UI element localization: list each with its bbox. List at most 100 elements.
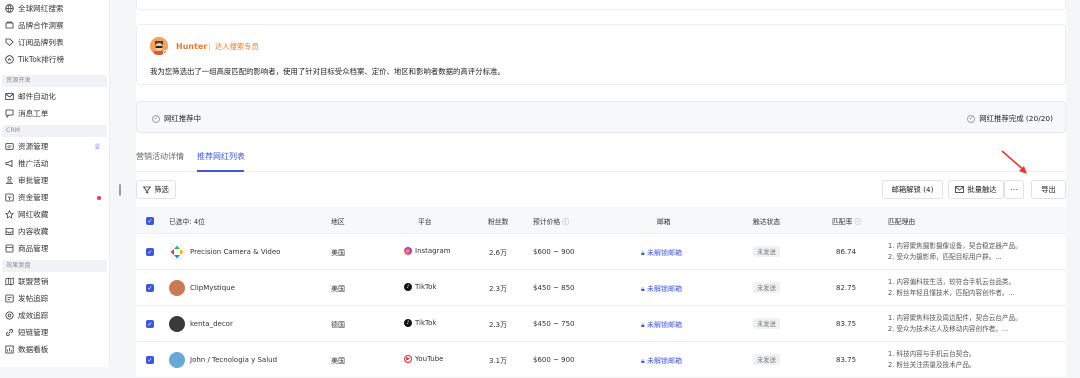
sidebar-item-label: 邮件自动化	[18, 92, 56, 101]
sidebar-item[interactable]: 短链管理	[0, 324, 109, 341]
bulk-reach-button[interactable]: 批量触达	[948, 180, 1004, 199]
header-platform: 平台	[418, 218, 432, 226]
influencer-avatar	[169, 316, 185, 332]
progress-step-start: ✓ 网红推荐中	[152, 113, 201, 124]
sidebar: 全球网红搜索 品牌合作洞察订阅品牌列表 TikTok排行榜资源开发邮件自动化消息工单…	[0, 0, 110, 367]
online-indicator	[163, 50, 168, 55]
sidebar-item[interactable]: TikTok排行榜	[0, 51, 109, 68]
tag-icon	[5, 38, 14, 47]
sidebar-item[interactable]: 发帖追踪	[0, 290, 109, 307]
followers: 2.3万	[489, 285, 508, 293]
check-icon: ✓	[152, 114, 160, 123]
sidebar-item[interactable]: 推广活动	[0, 155, 109, 172]
match-reason-line: 1. 内容聚焦科技及周边配件，契合云台产品。	[888, 314, 1022, 322]
row-checkbox[interactable]: ✓	[146, 320, 154, 328]
inbox-icon	[5, 227, 14, 236]
match-reason-line: 2. 受众为技术达人及移动内容创作者。...	[888, 325, 1009, 333]
sidebar-item-label: 发帖追踪	[18, 294, 49, 303]
header-reach-status: 触达状态	[753, 218, 781, 226]
influencer-avatar	[169, 352, 185, 368]
table-row[interactable]: ✓ Precision Camera & Video 美国 ◎ Instagram 2.6…	[136, 234, 1066, 270]
price: $450 ~ 850	[533, 284, 575, 292]
influencer-name[interactable]: John / Tecnologia y Salud	[190, 356, 277, 364]
influencer-name[interactable]: ClipMystique	[190, 284, 235, 292]
sidebar-item[interactable]: 订阅品牌列表	[0, 34, 109, 51]
sidebar-item-label: TikTok排行榜	[18, 55, 65, 64]
unlock-email-link[interactable]: 🔒︎ 未解锁邮箱	[641, 284, 682, 294]
sidebar-item-label: 成效追踪	[18, 311, 49, 320]
instagram-icon: ◎	[404, 247, 412, 255]
table-row[interactable]: ✓ kenta_decor 德国 ♪ TikTok 2.3万 $450 ~ 750 🔒︎ 未解…	[136, 306, 1066, 342]
sidebar-item[interactable]: 联盟营销	[0, 273, 109, 290]
sidebar-group-title: 资源开发	[2, 75, 107, 87]
tab-recommended-influencers[interactable]: 推荐网红列表	[197, 151, 245, 162]
sidebar-item[interactable]: 消息工单	[0, 105, 109, 122]
region: 美国	[331, 357, 345, 365]
sidebar-item[interactable]: 审批管理	[0, 172, 109, 189]
lock-icon: 🔒︎	[641, 321, 645, 329]
export-button[interactable]: 导出	[1031, 180, 1066, 199]
followers: 2.3万	[489, 321, 508, 329]
row-checkbox[interactable]: ✓	[146, 248, 154, 256]
sidebar-item-label: 网红收藏	[18, 210, 49, 219]
unlock-email-link[interactable]: 🔒︎ 未解锁邮箱	[641, 356, 682, 366]
row-checkbox[interactable]: ✓	[146, 356, 154, 364]
sidebar-item-label: 消息工单	[18, 109, 49, 118]
unlock-email-link[interactable]: 🔒︎ 未解锁邮箱	[641, 248, 682, 258]
filter-button[interactable]: 筛选	[136, 180, 176, 199]
users-icon	[5, 142, 14, 151]
link-icon	[5, 328, 14, 337]
influencer-name[interactable]: Precision Camera & Video	[190, 248, 280, 256]
megaphone-icon	[5, 159, 14, 168]
header-price-label: 预计价格	[533, 218, 561, 226]
match-reason: 1. 内容聚焦摄影摄像设备，契合稳定器产品。 2. 受众为摄影师，匹配目标用户群。…	[888, 241, 1022, 263]
influencer-name[interactable]: kenta_decor	[190, 320, 233, 328]
more-options-button[interactable]: ···	[1004, 180, 1024, 199]
tiktok-icon: ♪	[404, 319, 412, 327]
sidebar-item[interactable]: 全球网红搜索	[0, 0, 109, 17]
match-reason-line: 2. 粉丝关注质量及技术产品。	[888, 361, 976, 369]
sidebar-item[interactable]: 资金管理	[0, 189, 109, 206]
table-row[interactable]: ✓ ClipMystique 美国 ♪ TikTok 2.3万 $450 ~ 850 🔒︎ 未…	[136, 270, 1066, 306]
sidebar-item[interactable]: 邮件自动化	[0, 88, 109, 105]
sidebar-resize-handle[interactable]	[119, 184, 121, 196]
crown-icon: ♕	[93, 142, 101, 151]
info-icon: ⓘ	[854, 218, 862, 226]
header-selected: 已选中: 4位	[169, 218, 205, 226]
table-row[interactable]: ✓ John / Tecnologia y Salud 美国 ▶ YouTube 3.1万…	[136, 342, 1066, 378]
sidebar-item[interactable]: 资源管理 ♕	[0, 138, 109, 155]
bulk-reach-label: 批量触达	[967, 184, 997, 194]
match-rate: 86.74	[836, 248, 857, 256]
status-badge: 未发送	[753, 318, 780, 329]
progress-right-label: 网红推荐完成 (20/20)	[979, 114, 1053, 123]
region: 美国	[331, 249, 345, 257]
money-icon	[5, 193, 14, 202]
header-match-rate-label: 匹配率	[832, 218, 853, 226]
unlock-email-link[interactable]: 🔒︎ 未解锁邮箱	[641, 320, 682, 330]
sidebar-item[interactable]: 成效追踪	[0, 307, 109, 324]
sidebar-item-label: 短链管理	[18, 328, 49, 337]
globe-icon	[5, 4, 14, 13]
sidebar-item-label: 联盟营销	[18, 277, 49, 286]
select-all-checkbox[interactable]: ✓	[146, 217, 154, 225]
status-badge: 未发送	[753, 246, 780, 257]
status-badge: 未发送	[753, 282, 780, 293]
sidebar-item[interactable]: 网红收藏	[0, 206, 109, 223]
table-header: ✓ 已选中: 4位 地区 平台 粉丝数 预计价格 ⓘ 邮箱 触达状态 匹配率 ⓘ…	[136, 207, 1066, 234]
sidebar-item[interactable]: 商品管理	[0, 240, 109, 257]
filter-icon	[143, 186, 152, 194]
sidebar-item-label: 订阅品牌列表	[18, 38, 64, 47]
star-icon	[5, 210, 14, 219]
sidebar-item[interactable]: 品牌合作洞察	[0, 17, 109, 34]
mail-icon	[5, 92, 14, 101]
match-rate: 83.75	[836, 356, 857, 364]
sidebar-item[interactable]: 内容收藏	[0, 223, 109, 240]
row-checkbox[interactable]: ✓	[146, 284, 154, 292]
filter-label: 筛选	[154, 184, 169, 194]
dashboard-icon	[5, 345, 14, 354]
active-tab-indicator	[197, 170, 244, 172]
sidebar-item[interactable]: 数据看板	[0, 341, 109, 358]
tab-campaign-details[interactable]: 营销活动详情	[136, 151, 184, 162]
unlock-email-button[interactable]: 邮箱解锁 (4)	[882, 180, 943, 199]
agent-separator: |	[208, 42, 211, 51]
